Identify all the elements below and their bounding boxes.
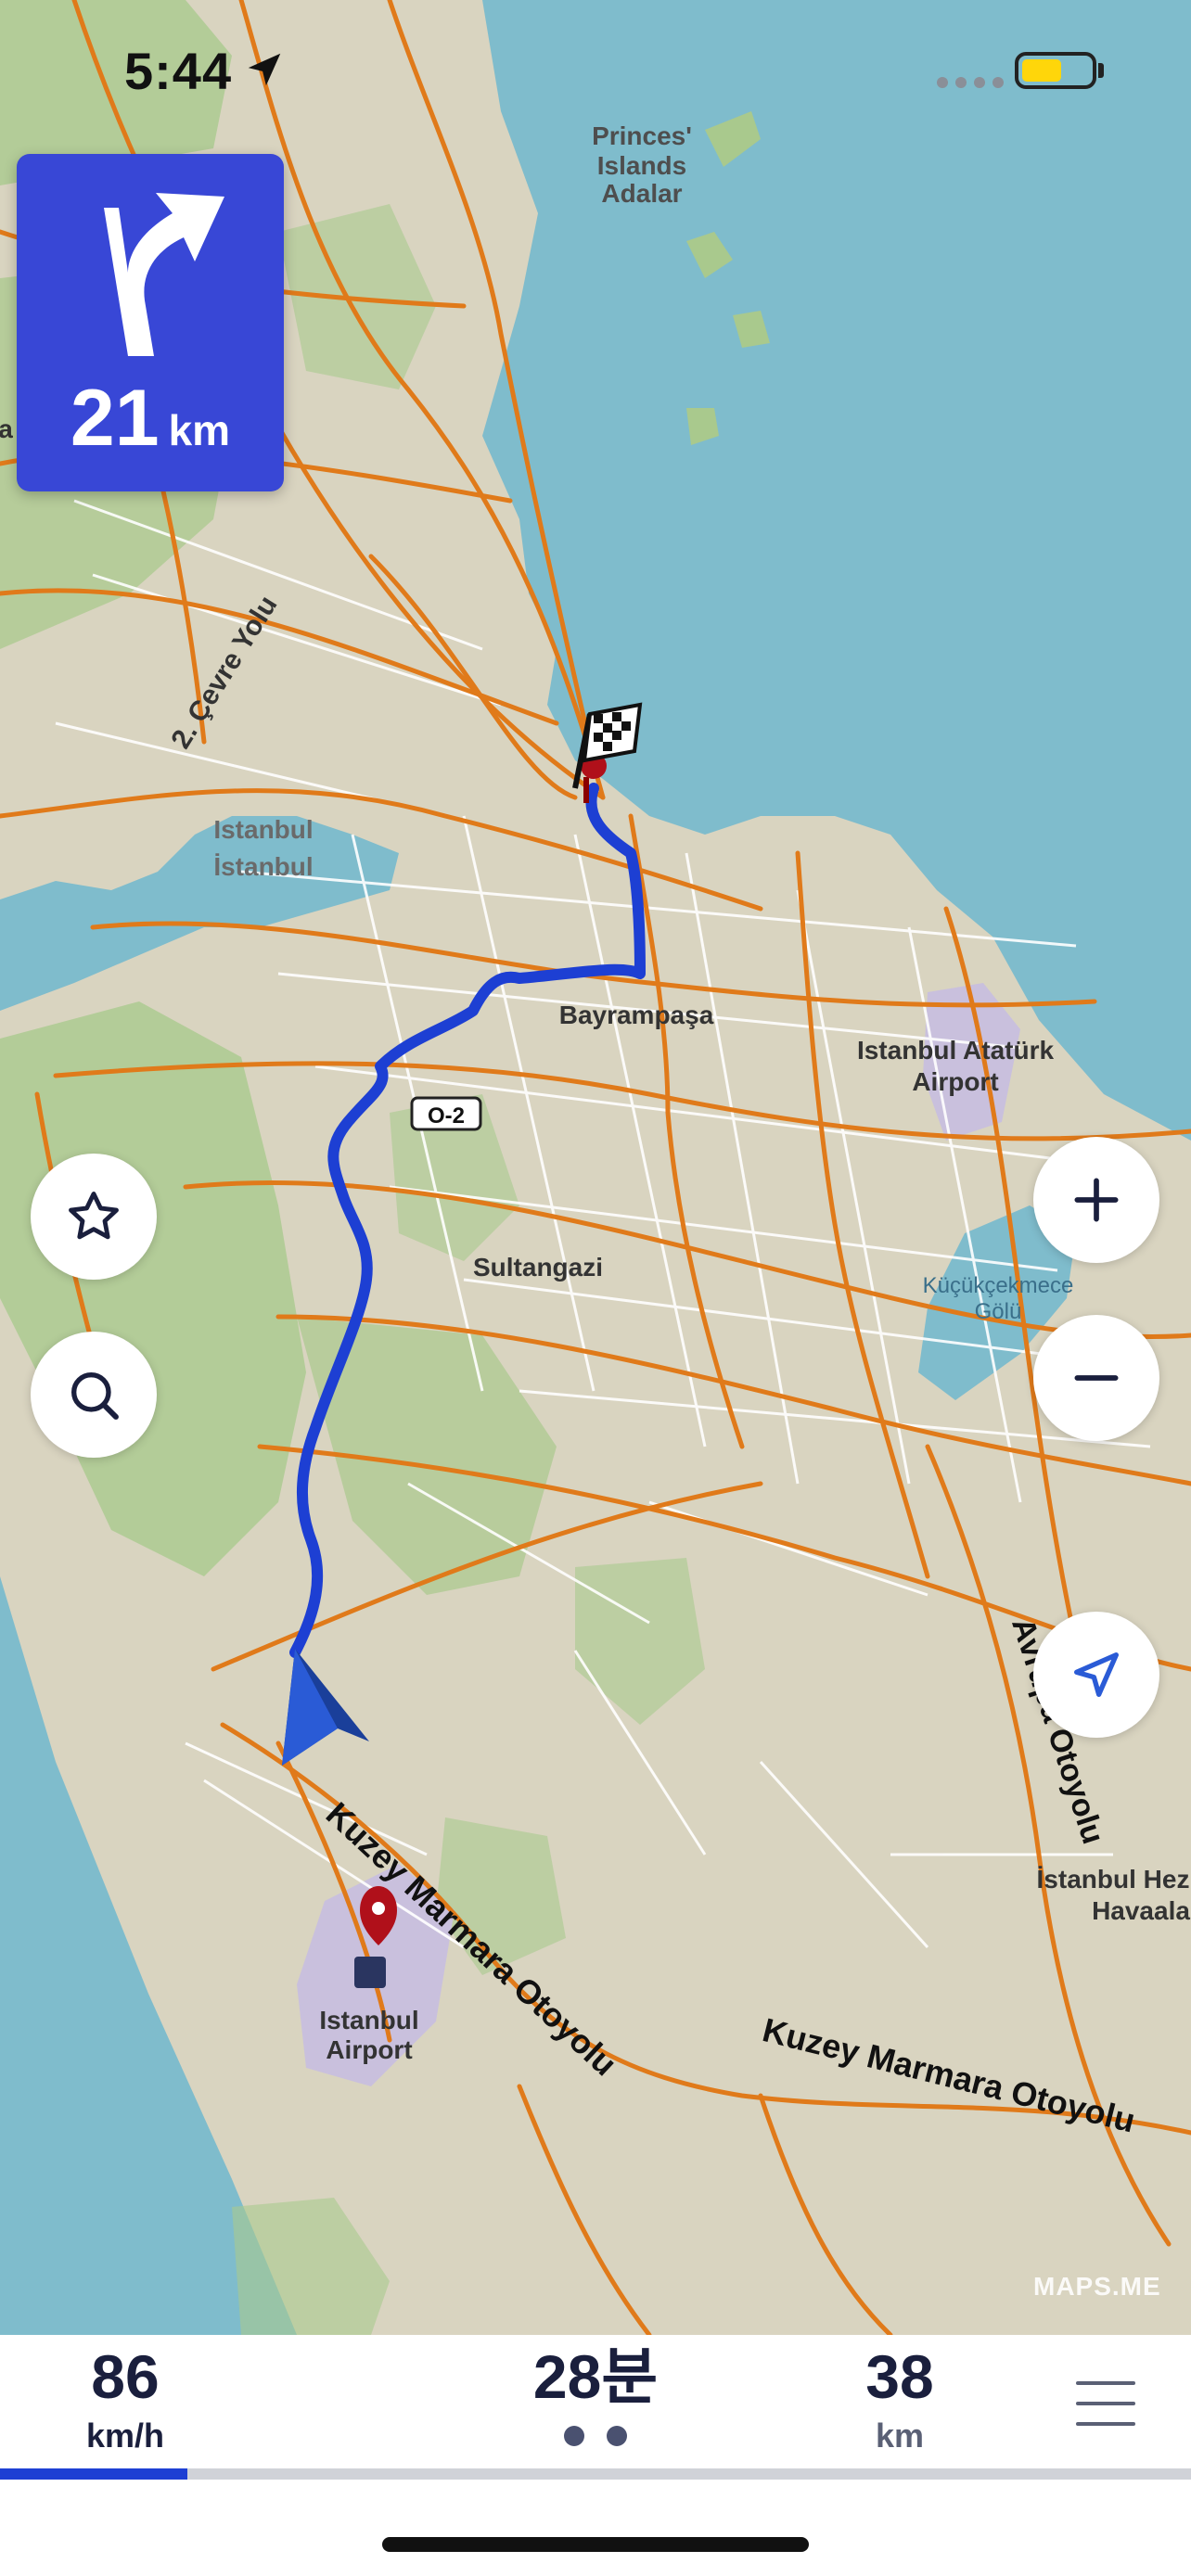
signal-icon: [937, 76, 1011, 93]
distance-unit: km: [875, 2417, 925, 2455]
favorites-button[interactable]: [31, 1154, 157, 1280]
label-airport-2: Airport: [326, 2035, 412, 2064]
plus-icon: [1074, 1178, 1119, 1222]
turn-distance-unit: km: [168, 406, 231, 454]
label-istanbul-2: İstanbul: [213, 852, 313, 881]
label-sultangazi: Sultangazi: [473, 1253, 603, 1282]
route-progress-bar: [0, 2468, 1191, 2480]
battery-nub: [1098, 63, 1104, 78]
zoom-out-button[interactable]: [1033, 1315, 1159, 1441]
speed-value: 86: [91, 2342, 160, 2411]
label-hez-1: İstanbul Hez: [1037, 1865, 1190, 1894]
label-o2: O-2: [428, 1103, 465, 1129]
battery-icon: [1015, 52, 1096, 89]
distance-stat: 38 km: [835, 2346, 965, 2455]
label-istanbul-1: Istanbul: [213, 815, 313, 844]
minus-icon: [1074, 1375, 1119, 1381]
label-kucukcekmece-2: Gölü: [975, 1299, 1022, 1324]
turn-right-icon: [104, 193, 224, 356]
zoom-in-button[interactable]: [1033, 1137, 1159, 1263]
home-indicator[interactable]: [382, 2537, 809, 2552]
turn-distance: 21 km: [17, 373, 284, 465]
label-princes-3: Adalar: [601, 179, 682, 208]
speed-stat: 86 km/h: [56, 2346, 195, 2455]
label-ataturk-2: Airport: [912, 1067, 998, 1096]
label-airport-1: Istanbul: [319, 2006, 418, 2034]
time-remaining-stat[interactable]: 28분: [503, 2346, 688, 2451]
distance-value: 38: [865, 2342, 934, 2411]
label-bayrampasa: Bayrampaşa: [559, 1001, 714, 1029]
route-progress-fill: [0, 2468, 187, 2480]
hamburger-menu-icon[interactable]: [1076, 2381, 1135, 2431]
label-ataturk-1: Istanbul Atatürk: [857, 1036, 1055, 1065]
map-attribution: MAPS.ME: [1033, 2272, 1161, 2301]
turn-instruction-card[interactable]: 21 km: [17, 154, 284, 491]
navigation-arrow-icon: [1074, 1652, 1119, 1697]
time-remaining-value: 28분: [532, 2342, 659, 2411]
search-icon: [71, 1372, 119, 1420]
label-kucukcekmece-1: Küçükçekmece: [923, 1273, 1074, 1298]
star-icon: [69, 1192, 119, 1240]
turn-distance-value: 21: [70, 374, 160, 463]
label-left-edge: a: [0, 414, 13, 443]
my-location-button[interactable]: [1033, 1612, 1159, 1738]
speed-unit: km/h: [85, 2417, 165, 2455]
label-hez-2: Havaala: [1092, 1896, 1190, 1925]
status-time: 5:44: [124, 42, 233, 100]
label-princes-1: Princes': [592, 121, 692, 150]
search-button[interactable]: [31, 1332, 157, 1458]
page-indicator-dots: [503, 2426, 688, 2451]
location-arrow-icon: [248, 53, 281, 86]
label-princes-2: Islands: [597, 151, 686, 180]
